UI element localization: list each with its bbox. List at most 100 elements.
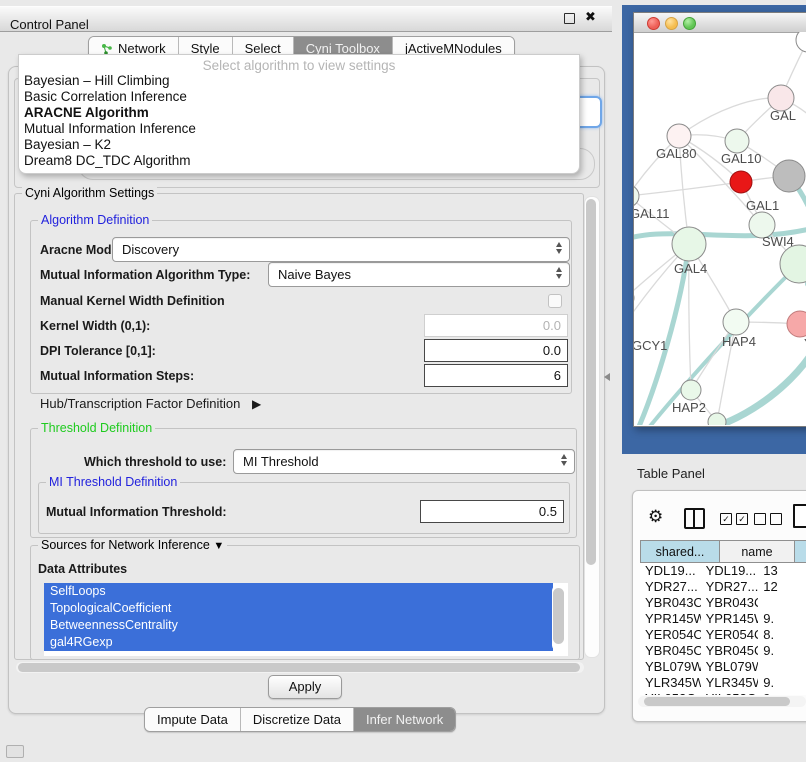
- network-edge[interactable]: [712, 350, 806, 425]
- control-panel-titlebar: Control Panel: [0, 6, 612, 32]
- aracne-mode-select[interactable]: Discovery: [112, 237, 570, 262]
- close-icon[interactable]: ✖: [585, 9, 596, 25]
- screen: Control Panel ✖ Network Style Select Cyn…: [0, 0, 806, 762]
- table-hscrollbar-thumb[interactable]: [644, 697, 790, 706]
- algorithm-option[interactable]: Basic Correlation Inference: [19, 89, 579, 105]
- data-attributes-label: Data Attributes: [38, 562, 127, 576]
- attribute-item[interactable]: TopologicalCoefficient: [44, 600, 553, 617]
- node-hap4-label: HAP4: [722, 334, 756, 349]
- data-attributes-list[interactable]: SelfLoopsTopologicalCoefficientBetweenne…: [44, 583, 568, 656]
- table-row[interactable]: YBR045CYBR045C9.: [640, 643, 806, 659]
- settings-hscrollbar[interactable]: [16, 662, 584, 673]
- algorithm-option[interactable]: Bayesian – Hill Climbing: [19, 73, 579, 89]
- manual-kernel-label: Manual Kernel Width Definition: [40, 294, 225, 308]
- settings-hscrollbar-thumb[interactable]: [18, 663, 580, 672]
- table-row[interactable]: YIL052CYIL052C9.: [640, 691, 806, 695]
- algorithm-definition-legend: Algorithm Definition: [38, 213, 152, 227]
- settings-scrollbar[interactable]: [584, 196, 600, 658]
- export-table-icon[interactable]: [793, 504, 806, 528]
- settings-scrollbar-thumb[interactable]: [586, 199, 596, 565]
- zoom-traffic-light-icon[interactable]: [683, 17, 696, 30]
- attribute-item[interactable]: gal4RGexp: [44, 634, 553, 651]
- apply-button[interactable]: Apply: [268, 675, 342, 699]
- node-red[interactable]: [730, 171, 752, 193]
- minimized-panel-icon[interactable]: [6, 745, 24, 758]
- kernel-width-label: Kernel Width (0,1):: [40, 319, 150, 333]
- which-threshold-select[interactable]: MI Threshold: [233, 449, 575, 474]
- node-gal80[interactable]: [667, 124, 691, 148]
- table-row[interactable]: YDR27...YDR27...12: [640, 579, 806, 595]
- divider-collapse-arrow[interactable]: [604, 373, 610, 381]
- table-row[interactable]: YBL079WYBL079W: [640, 659, 806, 675]
- column-header-shared-name[interactable]: shared...: [640, 540, 720, 563]
- table-row[interactable]: YDL19...YDL19...13: [640, 563, 806, 579]
- mi-type-label: Mutual Information Algorithm Type:: [40, 268, 250, 282]
- node-swi4-label: SWI4: [762, 234, 794, 249]
- network-view-window: GALGAL80GAL10GAL11GAL1SWI4GAL4GCY1HAP4YH…: [633, 12, 806, 427]
- collapsed-arrow-icon: ▶: [252, 397, 261, 411]
- attributes-scrollbar[interactable]: [552, 585, 565, 651]
- node-gray[interactable]: [773, 160, 805, 192]
- mi-threshold-label: Mutual Information Threshold:: [46, 505, 227, 519]
- tab-discretize-data[interactable]: Discretize Data: [241, 708, 354, 731]
- network-window-titlebar[interactable]: [634, 13, 806, 33]
- attributes-scrollbar-thumb[interactable]: [553, 588, 564, 644]
- mi-type-select[interactable]: Naive Bayes: [268, 262, 570, 287]
- manual-kernel-checkbox[interactable]: [548, 294, 562, 308]
- mi-steps-field[interactable]: 6: [424, 364, 568, 387]
- stepper-arrows-icon: [561, 454, 567, 466]
- algorithm-option[interactable]: Mutual Information Inference: [19, 121, 579, 137]
- mi-threshold-legend: MI Threshold Definition: [46, 475, 180, 489]
- node-gal10-label: GAL10: [721, 151, 761, 166]
- columns-icon[interactable]: [684, 508, 705, 529]
- float-panel-icon[interactable]: [564, 13, 575, 24]
- bottom-tabs: Impute Data Discretize Data Infer Networ…: [144, 707, 456, 732]
- table-row[interactable]: YBR043CYBR043C: [640, 595, 806, 611]
- select-all-icon[interactable]: ✓✓: [720, 513, 748, 525]
- close-traffic-light-icon[interactable]: [647, 17, 660, 30]
- algorithm-option[interactable]: Bayesian – K2: [19, 137, 579, 153]
- table-row[interactable]: YER054CYER054C8.: [640, 627, 806, 643]
- table-hscrollbar[interactable]: [638, 696, 806, 707]
- tab-infer-network[interactable]: Infer Network: [354, 708, 455, 731]
- node-gcy1-label: GCY1: [634, 338, 667, 353]
- popup-placeholder: Select algorithm to view settings: [19, 55, 579, 73]
- column-header-name[interactable]: name: [720, 540, 795, 563]
- network-icon: [101, 43, 113, 55]
- network-edge[interactable]: [679, 98, 781, 136]
- mi-threshold-field[interactable]: 0.5: [420, 500, 564, 523]
- deselect-all-icon[interactable]: [754, 513, 782, 525]
- gear-icon[interactable]: ⚙: [648, 507, 663, 527]
- column-header-partial[interactable]: A: [795, 540, 806, 563]
- mi-steps-label: Mutual Information Steps:: [40, 369, 194, 383]
- node-hap2[interactable]: [681, 380, 701, 400]
- network-edge[interactable]: [634, 182, 741, 196]
- hub-definition-toggle[interactable]: Hub/Transcription Factor Definition ▶: [40, 396, 261, 411]
- threshold-definition-legend: Threshold Definition: [38, 421, 155, 435]
- which-threshold-label: Which threshold to use:: [84, 455, 226, 469]
- algorithm-option[interactable]: Dream8 DC_TDC Algorithm: [19, 153, 579, 169]
- attribute-item[interactable]: BetweennessCentrality: [44, 617, 553, 634]
- node-partial-top[interactable]: [796, 32, 806, 52]
- table-body[interactable]: YDL19...YDL19...13YDR27...YDR27...12YBR0…: [640, 563, 806, 695]
- table-row[interactable]: YPR145WYPR145W9.: [640, 611, 806, 627]
- minimize-traffic-light-icon[interactable]: [665, 17, 678, 30]
- node-hap4[interactable]: [723, 309, 749, 335]
- table-panel-title: Table Panel: [637, 466, 705, 481]
- panel-title: Control Panel: [10, 17, 89, 32]
- node-hap2-label: HAP2: [672, 400, 706, 415]
- node-y[interactable]: [787, 311, 806, 337]
- node-gal1-label: GAL1: [746, 198, 779, 213]
- attribute-item[interactable]: SelfLoops: [44, 583, 553, 600]
- kernel-width-field[interactable]: 0.0: [424, 314, 568, 337]
- network-canvas[interactable]: GALGAL80GAL10GAL11GAL1SWI4GAL4GCY1HAP4YH…: [634, 32, 806, 425]
- algorithm-option[interactable]: ARACNE Algorithm: [19, 105, 579, 121]
- node-gal4[interactable]: [672, 227, 706, 261]
- node-gal10[interactable]: [725, 129, 749, 153]
- dpi-tolerance-field[interactable]: 0.0: [424, 339, 568, 362]
- expanded-arrow-icon[interactable]: ▼: [213, 540, 224, 552]
- tab-impute-data[interactable]: Impute Data: [145, 708, 241, 731]
- table-row[interactable]: YLR345WYLR345W9.: [640, 675, 806, 691]
- table-header: shared... name A: [640, 540, 806, 563]
- node-gal11-label: GAL11: [634, 206, 670, 221]
